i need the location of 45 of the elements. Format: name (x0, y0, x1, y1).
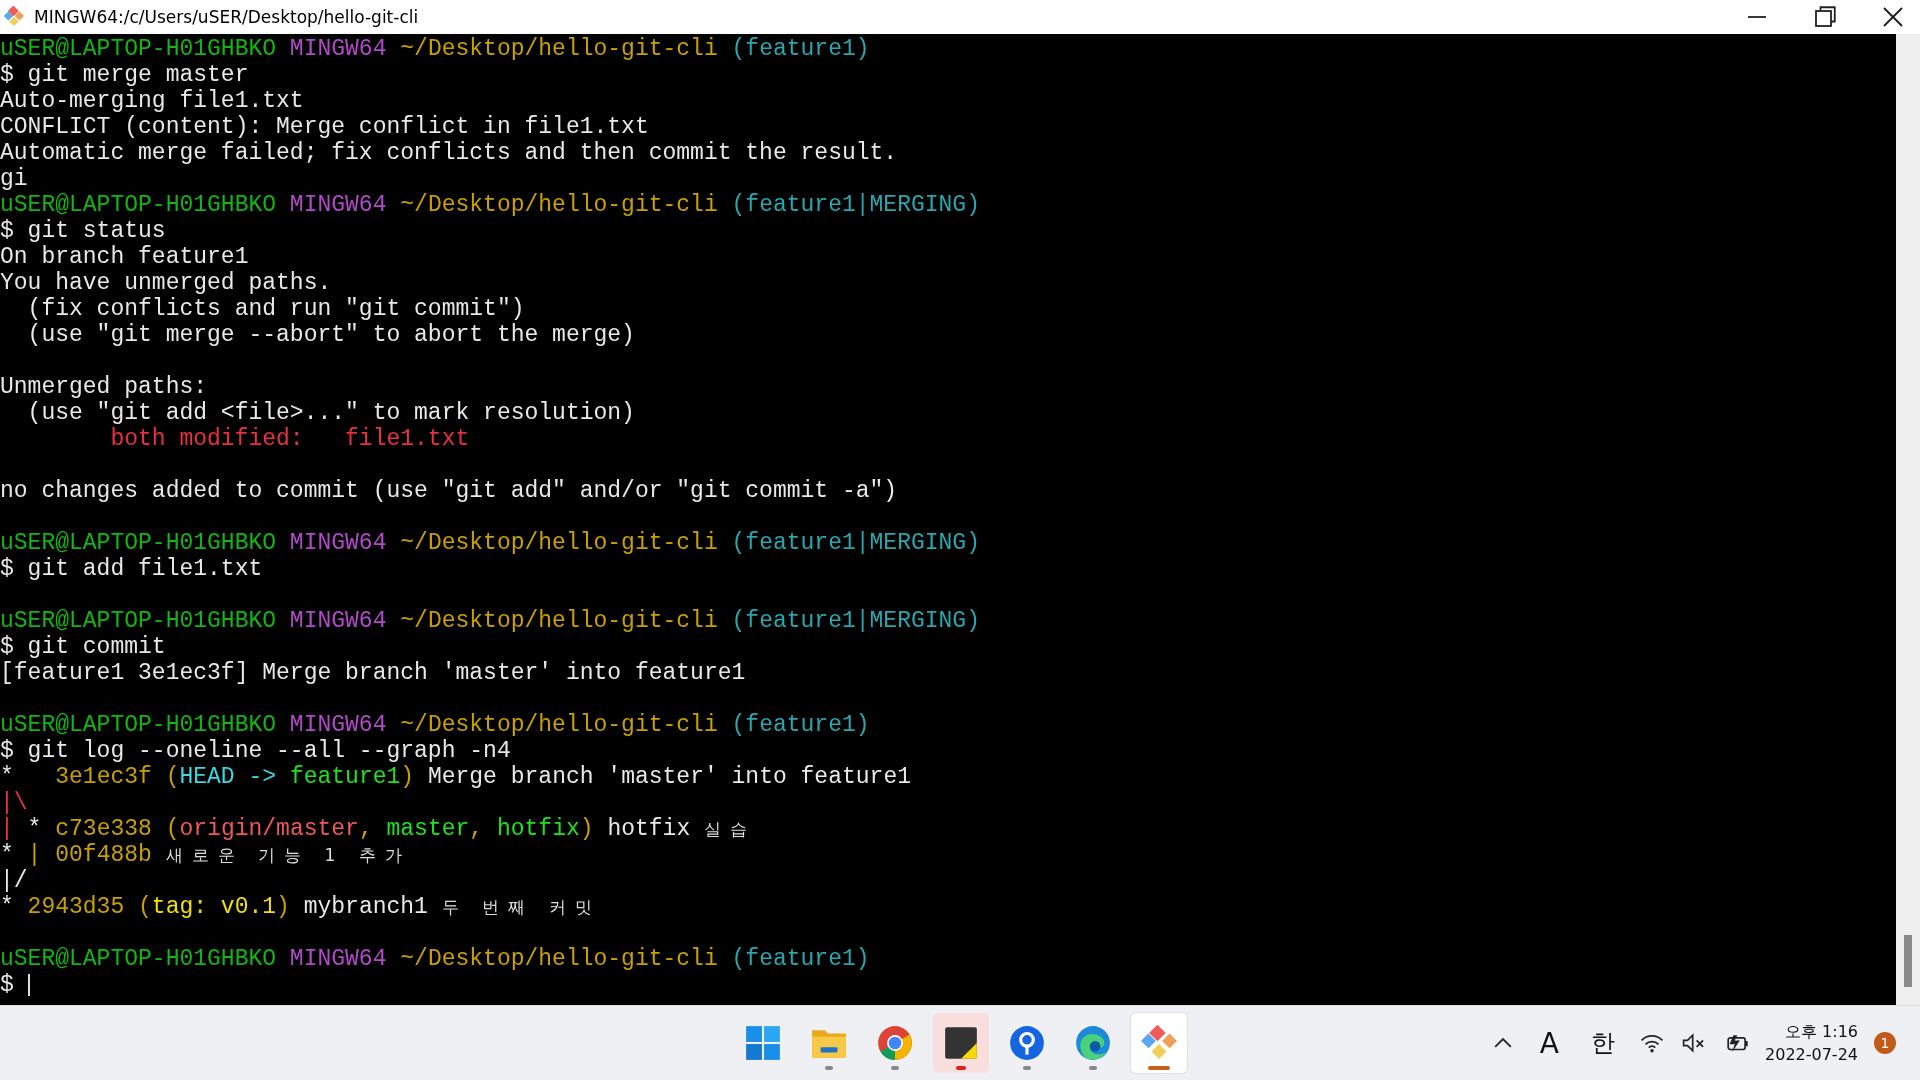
terminal-line: $ git status (0, 218, 166, 244)
diamond-logo-icon (4, 6, 26, 28)
terminal-line: uSER@LAPTOP-H01GHBKO MINGW64 ~/Desktop/hello-git-cli (feature1) (0, 36, 870, 62)
terminal-line: (use "git merge --abort" to abort the merge) (26, 322, 635, 348)
terminal-line: both modified: file1.txt (109, 426, 470, 452)
browser-icon (876, 1024, 914, 1062)
terminal-prompt: $ (0, 972, 14, 998)
terminal-line: * 3e1ec3f (HEAD -> feature1) Merge branch 'master' into feature1 (0, 764, 911, 790)
terminal-line: * | 00f488b 새로운 기능 1 추가 (0, 842, 411, 868)
terminal-line: | * c73e338 (origin/master, master, hotfix) hotfix 실습 (0, 816, 756, 842)
taskbar-app[interactable] (933, 1013, 989, 1073)
input-mode-indicator[interactable]: A (1531, 1026, 1567, 1060)
notification-badge[interactable]: 1 (1874, 1032, 1896, 1054)
terminal-line: $ git add file1.txt (0, 556, 263, 582)
terminal-line: Auto-merging file1.txt (0, 88, 304, 114)
window-title: MINGW64:/c/Users/uSER/Desktop/hello-git-cli (34, 7, 419, 27)
browser-swirl-icon (1074, 1024, 1112, 1062)
terminal-line: $ git log --oneline --all --graph -n4 (0, 738, 511, 764)
terminal-line: You have unmerged paths. (0, 270, 332, 296)
clock[interactable]: 오후 1:16 2022-07-24 (1765, 1020, 1858, 1066)
terminal-line: uSER@LAPTOP-H01GHBKO MINGW64 ~/Desktop/hello-git-cli (feature1|MERGING) (0, 530, 980, 556)
windows-logo-icon (744, 1024, 782, 1062)
scrollbar-thumb[interactable] (1904, 935, 1912, 987)
terminal-line: $ git merge master (0, 62, 249, 88)
terminal-line: Automatic merge failed; fix conflicts and then commit the result. (0, 140, 898, 166)
terminal-line: (use "git add <file>..." to mark resolution) (26, 400, 635, 426)
terminal-line: gi (0, 166, 28, 192)
terminal-line: |\ (0, 790, 28, 816)
terminal-line: uSER@LAPTOP-H01GHBKO MINGW64 ~/Desktop/hello-git-cli (feature1) (0, 946, 870, 972)
terminal-line: uSER@LAPTOP-H01GHBKO MINGW64 ~/Desktop/hello-git-cli (feature1|MERGING) (0, 192, 980, 218)
location-pin-icon (1008, 1024, 1046, 1062)
text-cursor (27, 974, 30, 996)
terminal-line: * 2943d35 (tag: v0.1) mybranch1 두 번째 커밋 (0, 894, 601, 920)
terminal-line: CONFLICT (content): Merge conflict in file1.txt (0, 114, 649, 140)
terminal-line: $ git commit (0, 634, 166, 660)
terminal-line: no changes added to commit (use "git add" and/or "git commit -a") (0, 478, 898, 504)
input-language-indicator[interactable]: 한 (1583, 1027, 1623, 1059)
terminal-line: |/ (0, 868, 28, 894)
note-icon (942, 1024, 980, 1062)
terminal-line: Unmerged paths: (0, 374, 208, 400)
terminal-line: uSER@LAPTOP-H01GHBKO MINGW64 ~/Desktop/hello-git-cli (feature1) (0, 712, 870, 738)
terminal-line: On branch feature1 (0, 244, 249, 270)
terminal-line: uSER@LAPTOP-H01GHBKO MINGW64 ~/Desktop/hello-git-cli (feature1|MERGING) (0, 608, 980, 634)
terminal-line: [feature1 3e1ec3f] Merge branch 'master' into feature1 (0, 660, 746, 686)
terminal-line: (fix conflicts and run "git commit") (26, 296, 525, 322)
